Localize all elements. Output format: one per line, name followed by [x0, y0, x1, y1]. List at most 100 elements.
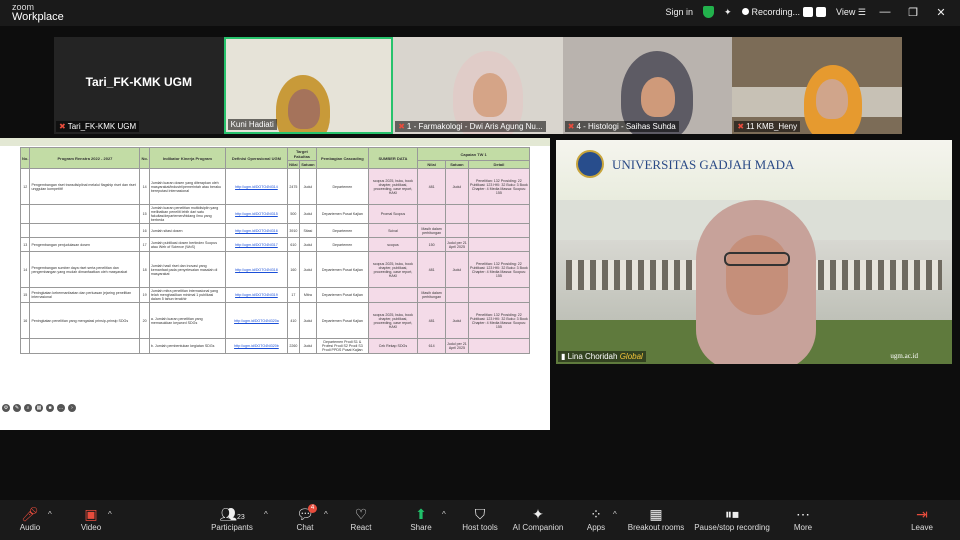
sub-header: Nilai: [417, 160, 447, 169]
react-label: React: [350, 523, 372, 532]
gallery-strip: Tari_FK-KMK UGM ✖ Tari_FK-KMK UGM Kuni Ha…: [54, 37, 902, 134]
table-cell-link[interactable]: http://ugm.id/DOTO4NI315: [224, 204, 288, 224]
table-cell-link[interactable]: http://ugm.id/DOTO4NI320a: [224, 302, 288, 339]
ugm-banner: UNIVERSITAS GADJAH MADA: [556, 140, 952, 200]
participant-tile[interactable]: ✖ 4 - Histologi - Saihas Suhda: [562, 37, 733, 134]
participants-label: Participants: [211, 523, 253, 532]
table-cell-link[interactable]: http://ugm.id/DOTO4NI316: [224, 223, 288, 238]
muted-mic-icon: ✖: [59, 122, 66, 131]
participants-caret-icon[interactable]: ^: [264, 510, 268, 519]
leave-label: Leave: [911, 523, 933, 532]
participants-icon: 👥︎23: [219, 506, 245, 522]
share-label: Share: [410, 523, 432, 532]
speaker-face: [726, 235, 788, 315]
participant-tile[interactable]: ✖ 11 KMB_Heny: [732, 37, 902, 134]
renstra-table: No. Program Renstra 2022 - 2027 No. Indi…: [19, 147, 531, 354]
more-button[interactable]: ⋯ More: [768, 505, 838, 532]
participant-tile-active-speaker[interactable]: Kuni Hadiati: [223, 37, 394, 134]
speaker-tag: Global: [619, 352, 643, 361]
leave-button[interactable]: ⇥ Leave: [887, 505, 957, 532]
pause-icon[interactable]: [803, 7, 814, 18]
table-cell-link[interactable]: http://ugm.id/DOTO4NI319: [224, 287, 288, 303]
table-cell-program: Peningkatan penelitian yang mengatasi pr…: [29, 302, 141, 339]
table-cell-no2: 20: [139, 302, 150, 339]
table-cell-c_sat: [445, 204, 469, 224]
zoom-icon[interactable]: ⌕: [24, 404, 32, 412]
table-cell-detail: Penelitian: 132 Prosiding: 22 Publikasi:…: [467, 302, 531, 339]
shared-screen[interactable]: No. Program Renstra 2022 - 2027 No. Indi…: [0, 138, 550, 430]
table-cell-no2: 18: [139, 251, 150, 288]
table-cell-link[interactable]: http://ugm.id/DOTO4NI314: [224, 168, 288, 205]
pen-icon[interactable]: ✎: [13, 404, 21, 412]
more-dots-icon: ⋯: [796, 506, 810, 522]
table-cell-indikator: Jumlah luaran penelitian multidisiplin y…: [148, 204, 226, 224]
more-label: More: [793, 523, 813, 532]
table-cell-indikator: a. Jumlah luaran penelitian yang memasuk…: [148, 302, 226, 339]
minimize-icon[interactable]: —: [876, 6, 894, 18]
maximize-icon[interactable]: ❐: [904, 6, 922, 19]
settings-icon[interactable]: ⚙: [2, 404, 10, 412]
view-label: View: [836, 6, 856, 17]
participant-name: 1 - Farmakologi - Dwi Aris Agung Nu...: [406, 122, 543, 131]
pause-stop-recording-button[interactable]: ⏸⏹ Pause/stop recording: [687, 505, 777, 532]
table-cell-casc: Departemen Pusat Kajian: [315, 302, 369, 339]
video-button[interactable]: ▣ Video: [56, 505, 126, 532]
camera-icon[interactable]: ■: [46, 404, 54, 412]
participant-tile[interactable]: ✖ 1 - Farmakologi - Dwi Aris Agung Nu...: [393, 37, 563, 134]
meeting-toolbar: 🎤︎ Audio ^ ▣ Video ^ 👥︎23 Participants ^ 💬︎…: [0, 500, 960, 540]
table-cell-link[interactable]: http://ugm.id/DOTO4NI317: [224, 237, 288, 252]
table-cell-link[interactable]: http://ugm.id/DOTO4NI318: [224, 251, 288, 288]
apps-label: Apps: [586, 523, 606, 532]
table-cell-program: [29, 223, 141, 238]
pause-stop-icon: ⏸⏹: [725, 506, 739, 522]
table-cell-no2: 19: [139, 287, 150, 303]
view-menu[interactable]: View ☰: [836, 7, 866, 18]
col-header: SUMBER DATA: [367, 147, 419, 169]
table-cell-c_nilai: Masih dalam perhitungan: [417, 223, 447, 238]
table-cell-sumber: scopus 2025, buku, book chapter, publika…: [367, 302, 419, 339]
table-cell-no: 12: [19, 168, 31, 205]
sign-in-link[interactable]: Sign in: [665, 7, 693, 17]
breakout-rooms-button[interactable]: ▦ Breakout rooms: [621, 505, 691, 532]
table-cell-indikator: Jumlah publikasi dosen bertindex Scopus …: [148, 237, 226, 252]
stop-icon[interactable]: [816, 7, 827, 18]
ai-label: AI Companion: [512, 523, 564, 532]
participant-name: 11 KMB_Heny: [746, 122, 798, 131]
table-cell-no: 15: [19, 287, 31, 303]
more-icon[interactable]: …: [57, 404, 65, 412]
video-off-icon: ▣: [84, 506, 98, 522]
grid-icon[interactable]: ▦: [35, 404, 43, 412]
next-icon[interactable]: ›: [68, 404, 76, 412]
participant-name: Kuni Hadiati: [230, 120, 274, 129]
table-cell-link[interactable]: http://ugm.id/DOTO4NI320b: [224, 338, 288, 354]
table-cell-program: Pengembangan sumber daya riset serta pen…: [29, 251, 141, 288]
apps-caret-icon[interactable]: ^: [613, 510, 617, 519]
website-label: ugm.ac.id: [890, 352, 918, 360]
participants-count: 23: [236, 514, 245, 521]
close-icon[interactable]: ✕: [932, 6, 950, 19]
table-cell-indikator: Jumlah hasil riset dan inovasi yang kema…: [148, 251, 226, 288]
table-cell-sumber: scopus 2025, buku, book chapter, publika…: [367, 251, 419, 288]
table-cell-program: Pengembangan riset transdisiplinal melal…: [29, 168, 141, 205]
participant-face: [640, 77, 675, 117]
participants-button[interactable]: 👥︎23 Participants: [197, 505, 267, 532]
table-cell-program: Peningkatan kebermanfaatan dan perluasan…: [29, 287, 141, 303]
table-cell-c_nilai: 481: [417, 251, 447, 288]
hamburger-icon: ☰: [857, 6, 866, 17]
sheet-header-strip: [0, 138, 550, 146]
table-cell-indikator: Jumlah sitasi dosen: [148, 223, 226, 238]
breakout-label: Breakout rooms: [627, 523, 685, 532]
table-cell-nilai: 17: [286, 287, 300, 303]
audio-caret-icon[interactable]: ^: [48, 510, 52, 519]
security-shield-icon[interactable]: [702, 6, 714, 18]
table-cell-casc: Departemen: [315, 237, 369, 252]
recording-indicator[interactable]: Recording...: [741, 7, 827, 18]
table-cell-program: [29, 204, 141, 224]
table-cell-c_sat: Judul: [445, 168, 469, 205]
table-cell-no2: 17: [139, 237, 150, 252]
sparkle-icon[interactable]: ✦: [724, 7, 732, 18]
table-cell-indikator: Jumlah mitra penelitian internasional ya…: [148, 287, 226, 303]
participant-tile[interactable]: Tari_FK-KMK UGM ✖ Tari_FK-KMK UGM: [54, 37, 224, 134]
active-speaker-video[interactable]: UNIVERSITAS GADJAH MADA ▮ Lina Choridah …: [556, 140, 952, 364]
video-caret-icon[interactable]: ^: [108, 510, 112, 519]
